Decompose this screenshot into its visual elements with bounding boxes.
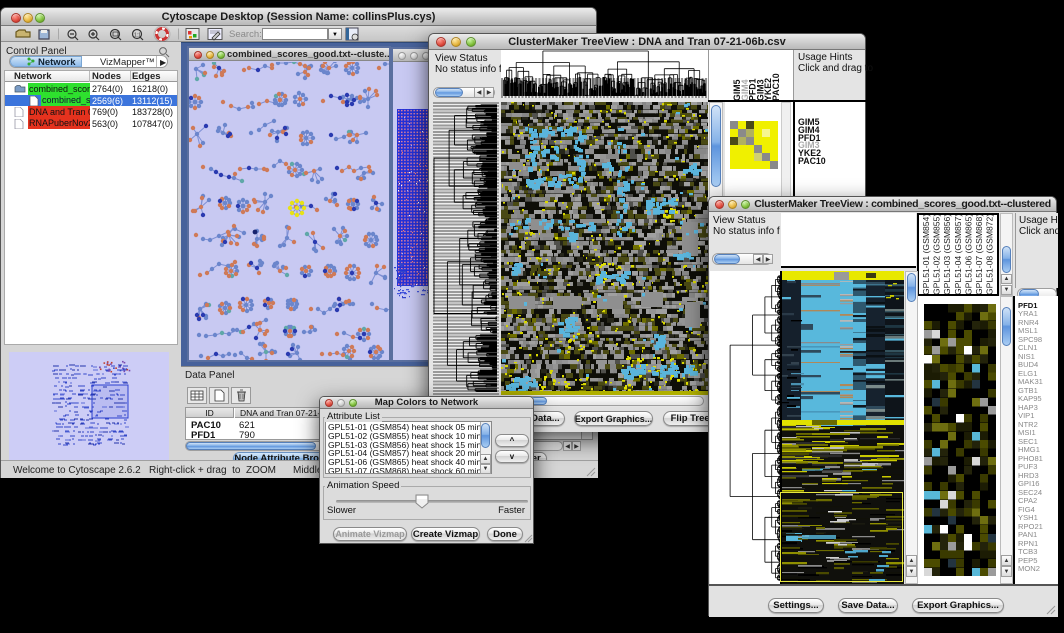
- svg-text:GPL51-07 (GSM868): GPL51-07 (GSM868): [974, 215, 984, 294]
- svg-text:1:1: 1:1: [134, 33, 141, 39]
- svg-text:GPL51-03 (GSM856): GPL51-03 (GSM856): [942, 215, 952, 294]
- svg-text:GPL51-06 (GSM865): GPL51-06 (GSM865): [963, 215, 973, 294]
- svg-text:PAC10: PAC10: [771, 73, 781, 101]
- svg-text:GPL51-02 (GSM855): GPL51-02 (GSM855): [932, 215, 942, 294]
- svg-text:GPL51-08 (GSM872): GPL51-08 (GSM872): [985, 215, 995, 294]
- svg-text:GPL51-04 (GSM857): GPL51-04 (GSM857): [953, 215, 963, 294]
- svg-text:Search:: Search:: [229, 29, 262, 40]
- svg-text:GPL51-01 (GSM854): GPL51-01 (GSM854): [921, 215, 931, 294]
